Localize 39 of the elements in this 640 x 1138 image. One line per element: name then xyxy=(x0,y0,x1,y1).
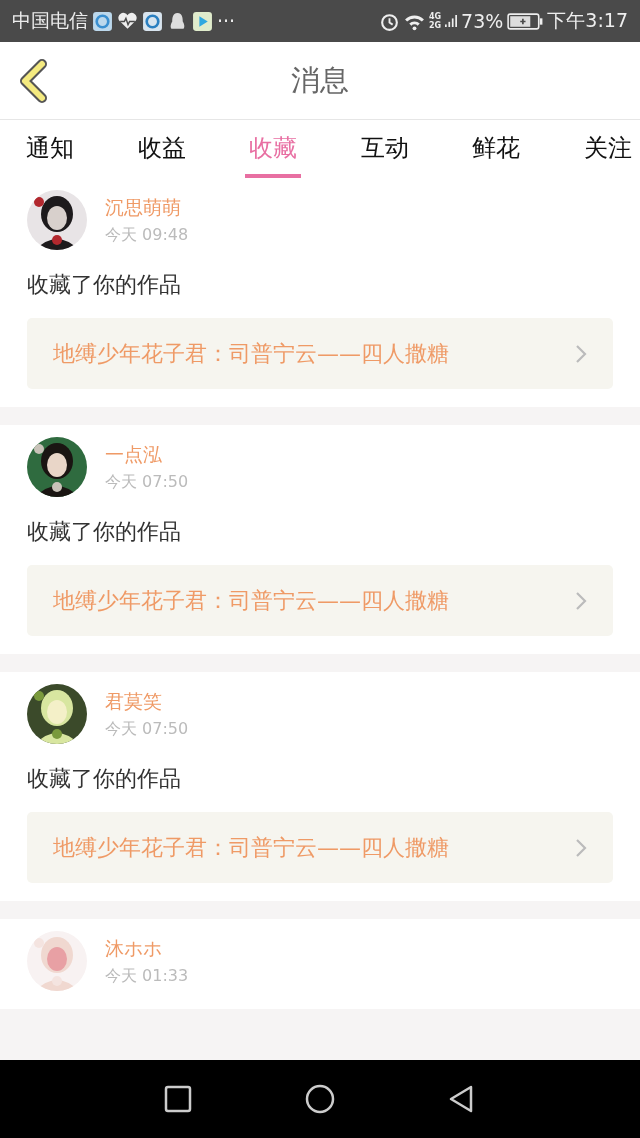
chevron-right-icon xyxy=(575,837,587,858)
message-text: 收藏了你的作品 xyxy=(27,518,182,546)
work-title: 地缚少年花子君：司普宁云——四人撒糖 xyxy=(53,586,449,615)
tab[interactable]: 收益 xyxy=(133,120,190,178)
timestamp: 今天 01:33 xyxy=(105,965,189,987)
tab[interactable]: 互动 xyxy=(356,120,413,178)
tab[interactable]: 通知 xyxy=(22,120,78,178)
clock: 下午3:17 xyxy=(547,8,628,33)
work-title: 地缚少年花子君：司普宁云——四人撒糖 xyxy=(53,339,449,368)
work-link[interactable]: 地缚少年花子君：司普宁云——四人撒糖 xyxy=(27,812,613,883)
user-name[interactable]: 沉思萌萌 xyxy=(105,194,189,221)
network-label: 4G xyxy=(428,12,442,21)
message-text: 收藏了你的作品 xyxy=(27,765,182,793)
app-icon xyxy=(92,10,113,32)
timestamp: 今天 09:48 xyxy=(105,224,189,246)
home-button[interactable] xyxy=(305,1084,335,1114)
app-icon xyxy=(142,10,163,32)
more-notifications: ··· xyxy=(217,10,236,32)
chevron-right-icon xyxy=(575,343,587,364)
page-title: 消息 xyxy=(291,61,349,99)
tab[interactable]: 关注 xyxy=(579,120,636,178)
user-name[interactable]: 君莫笑 xyxy=(105,688,189,715)
work-link[interactable]: 地缚少年花子君：司普宁云——四人撒糖 xyxy=(27,318,613,389)
work-link[interactable]: 地缚少年花子君：司普宁云——四人撒糖 xyxy=(27,565,613,636)
battery-icon xyxy=(507,11,544,31)
play-icon xyxy=(192,10,213,32)
carrier-name: 中国电信 xyxy=(12,8,88,33)
timestamp: 今天 07:50 xyxy=(105,471,189,493)
network-label: 2G xyxy=(428,21,442,30)
tab[interactable]: 鲜花 xyxy=(468,120,525,178)
user-name[interactable]: 一点泓 xyxy=(105,441,189,468)
user-name[interactable]: 沐ホホ xyxy=(105,935,189,962)
battery-percent: 73% xyxy=(461,10,504,32)
heart-icon xyxy=(117,10,138,32)
message-text: 收藏了你的作品 xyxy=(27,271,182,299)
recents-button[interactable] xyxy=(163,1084,193,1114)
timestamp: 今天 07:50 xyxy=(105,718,189,740)
chevron-right-icon xyxy=(575,590,587,611)
work-title: 地缚少年花子君：司普宁云——四人撒糖 xyxy=(53,833,449,862)
